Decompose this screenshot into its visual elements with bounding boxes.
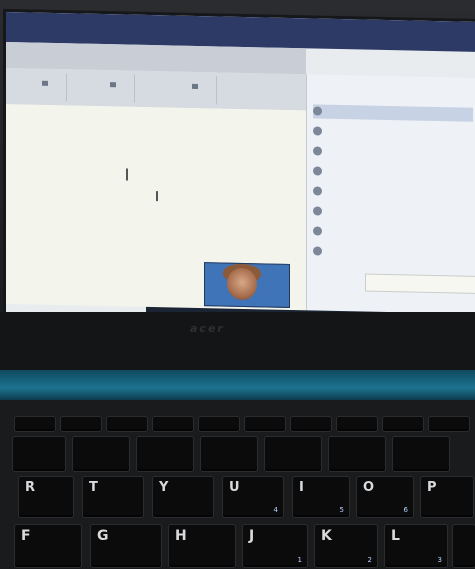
ribbon-button[interactable] <box>174 75 217 105</box>
participant-row[interactable] <box>313 164 473 181</box>
participant-row[interactable] <box>313 204 473 221</box>
participant-row[interactable] <box>313 244 473 261</box>
participant-row[interactable] <box>313 144 473 161</box>
avatar <box>313 186 322 196</box>
person-face <box>227 267 257 301</box>
avatar <box>313 146 322 156</box>
toolbar-icon <box>42 80 48 86</box>
ribbon-button[interactable] <box>92 73 135 103</box>
function-key[interactable] <box>60 416 102 432</box>
avatar <box>313 226 322 236</box>
key-t[interactable]: T <box>82 476 144 518</box>
key-j[interactable]: J1 <box>242 524 308 568</box>
key-u[interactable]: U4 <box>222 476 284 518</box>
avatar <box>313 106 322 116</box>
number-key[interactable] <box>136 436 194 472</box>
function-key[interactable] <box>106 416 148 432</box>
key-g[interactable]: G <box>90 524 162 568</box>
number-key[interactable] <box>200 436 258 472</box>
toolbar-icon <box>110 82 116 88</box>
participant-row[interactable] <box>313 224 473 241</box>
function-key[interactable] <box>336 416 378 432</box>
tooltip <box>365 273 475 294</box>
laptop-screen <box>6 12 475 322</box>
laptop-photo: acer R T Y U4 I5 O6 P F G H J1 K2 L3 <box>0 0 475 569</box>
avatar <box>313 206 322 216</box>
key-l[interactable]: L3 <box>384 524 448 568</box>
avatar <box>313 126 322 136</box>
ribbon-button[interactable] <box>24 72 67 102</box>
participant-row[interactable] <box>313 104 473 122</box>
key-y[interactable]: Y <box>152 476 214 518</box>
participants-panel <box>306 74 475 314</box>
number-key[interactable] <box>264 436 322 472</box>
laptop-hinge <box>0 370 475 400</box>
key-p[interactable]: P <box>420 476 474 518</box>
key-semicolon[interactable] <box>452 524 475 568</box>
function-key[interactable] <box>290 416 332 432</box>
participant-row[interactable] <box>313 184 473 201</box>
toolbar-icon <box>192 83 198 90</box>
brand-logo: acer <box>190 322 225 335</box>
function-key[interactable] <box>152 416 194 432</box>
text-cursor <box>126 168 128 181</box>
key-i[interactable]: I5 <box>292 476 350 518</box>
key-f[interactable]: F <box>14 524 82 568</box>
number-key[interactable] <box>72 436 130 472</box>
number-key[interactable] <box>328 436 386 472</box>
avatar <box>313 166 322 176</box>
key-r[interactable]: R <box>18 476 74 518</box>
avatar <box>313 246 322 256</box>
function-key[interactable] <box>382 416 424 432</box>
participant-row[interactable] <box>313 124 473 141</box>
function-key[interactable] <box>428 416 470 432</box>
function-key[interactable] <box>198 416 240 432</box>
function-key[interactable] <box>14 416 56 432</box>
key-h[interactable]: H <box>168 524 236 568</box>
key-k[interactable]: K2 <box>314 524 378 568</box>
screen-bezel <box>0 312 475 372</box>
text-mark <box>156 191 158 202</box>
number-key[interactable] <box>12 436 66 472</box>
webcam-video-tile[interactable] <box>204 262 290 308</box>
function-key[interactable] <box>244 416 286 432</box>
number-key[interactable] <box>392 436 450 472</box>
key-o[interactable]: O6 <box>356 476 414 518</box>
